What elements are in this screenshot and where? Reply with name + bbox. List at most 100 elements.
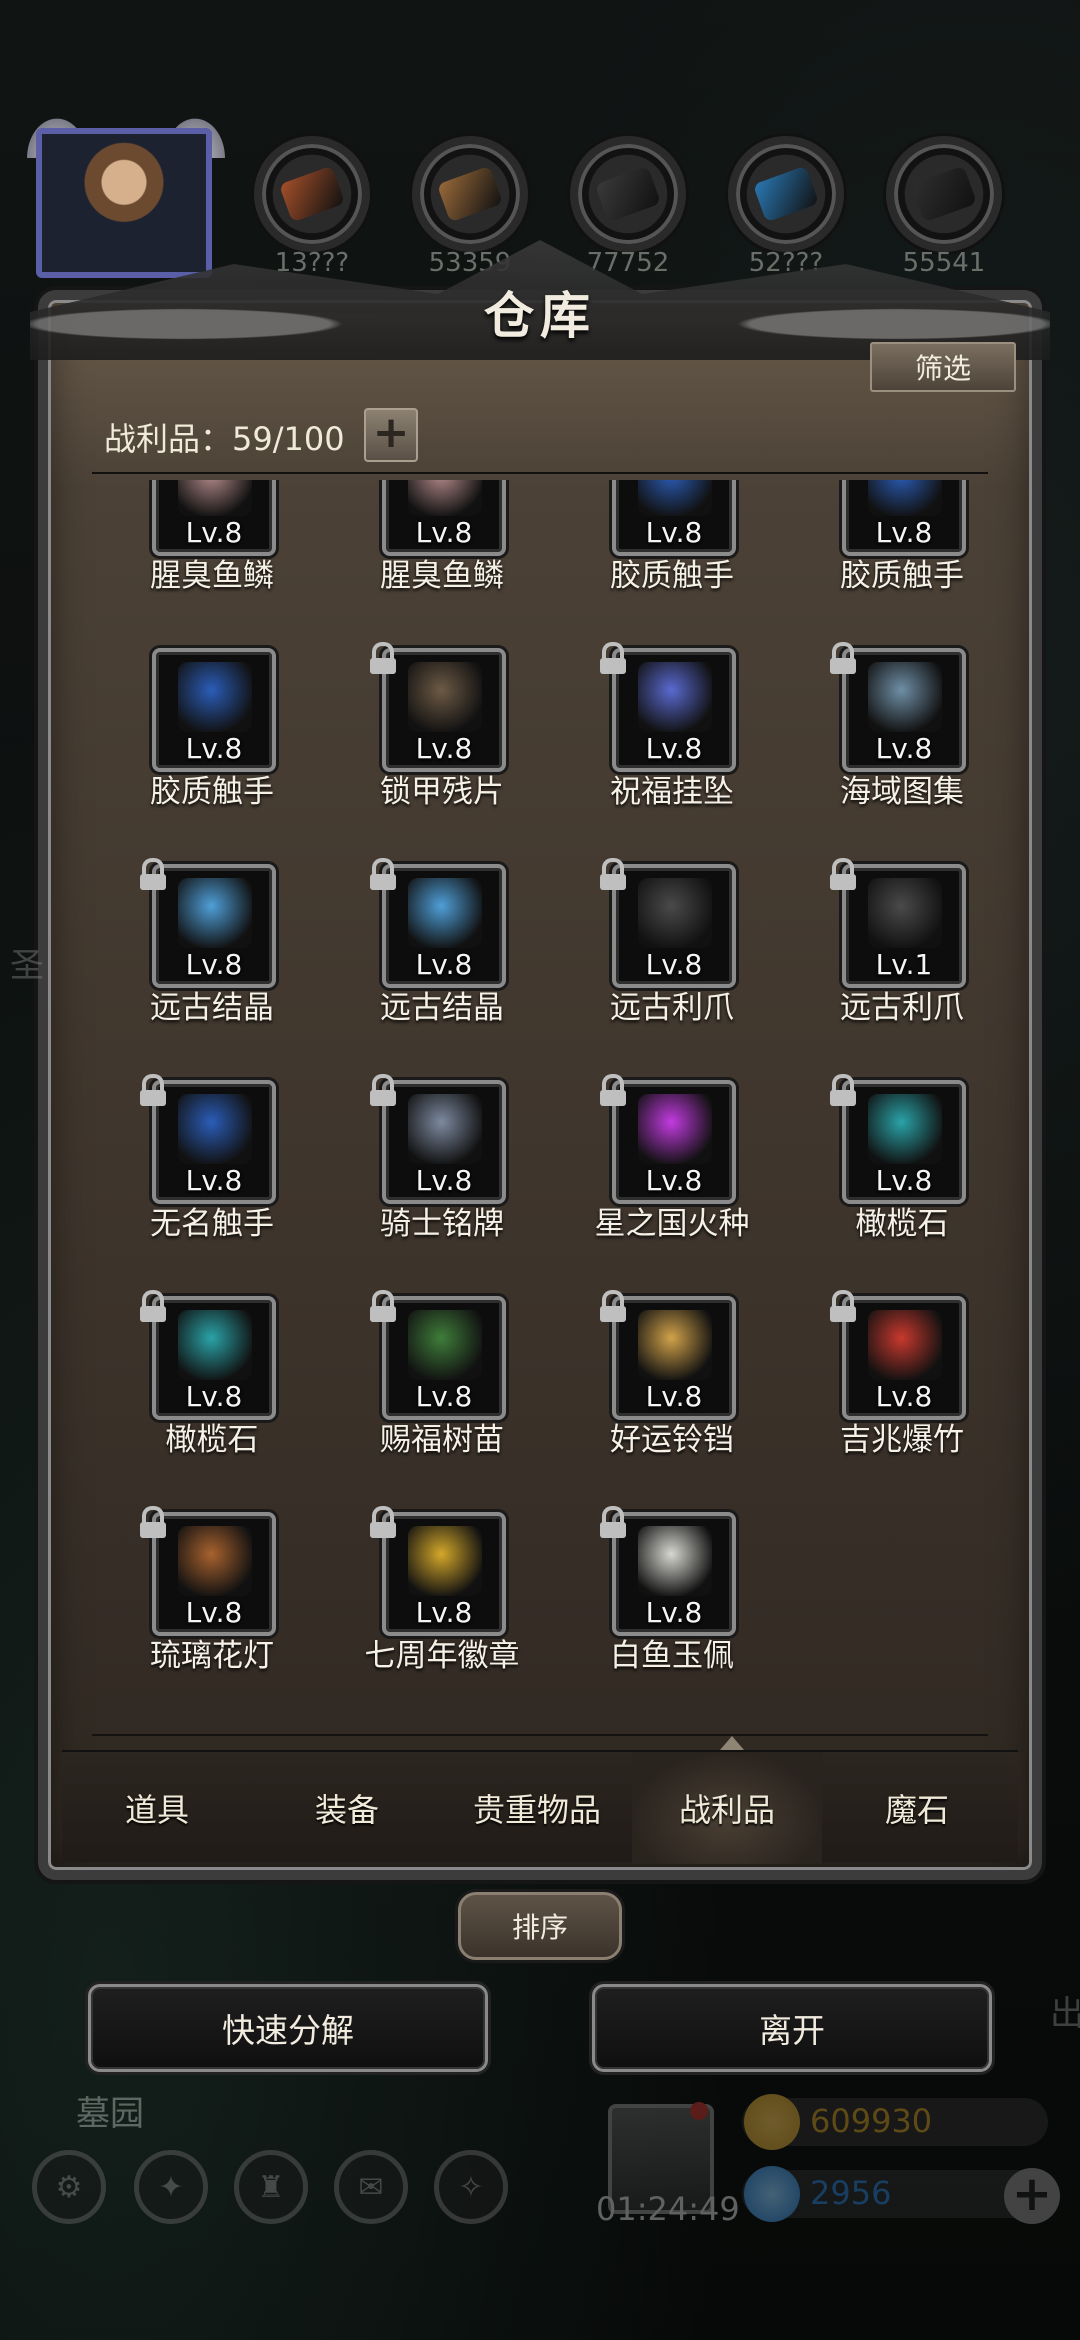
knight-badge-icon	[408, 1094, 482, 1164]
item-name: 祝福挂坠	[610, 774, 734, 810]
player-avatar[interactable]	[36, 128, 212, 278]
lock-icon	[830, 642, 856, 674]
gift-timer: 01:24:49	[596, 2190, 740, 2228]
lock-icon	[830, 1074, 856, 1106]
mail-icon[interactable]: ✉	[334, 2150, 408, 2224]
item-level: Lv.8	[185, 948, 243, 981]
inventory-item[interactable]: Lv.8 远古利爪	[552, 858, 792, 1044]
item-level: Lv.1	[875, 948, 933, 981]
inventory-item[interactable]: Lv.8 腥臭鱼鳞	[322, 480, 562, 612]
tentacle-icon	[868, 480, 942, 516]
item-level: Lv.8	[875, 1380, 933, 1413]
item-name: 胶质触手	[610, 558, 734, 594]
item-name: 七周年徽章	[364, 1638, 520, 1674]
resource-count: 55541	[902, 248, 986, 278]
star-kindling-icon	[638, 1094, 712, 1164]
tab-0[interactable]: 道具	[62, 1752, 252, 1864]
item-name: 橄榄石	[165, 1422, 259, 1458]
pendant-icon	[638, 662, 712, 732]
inventory-item[interactable]: Lv.1 远古利爪	[782, 858, 988, 1044]
emblem-icon[interactable]: ✦	[134, 2150, 208, 2224]
inventory-item[interactable]: Lv.8 骑士铭牌	[322, 1074, 562, 1260]
lock-icon	[600, 1506, 626, 1538]
item-level: Lv.8	[185, 1596, 243, 1629]
item-name: 腥臭鱼鳞	[380, 558, 504, 594]
side-text-right: 出	[1050, 1994, 1080, 2034]
tentacle-icon	[178, 1094, 252, 1164]
inventory-item[interactable]: Lv.8 橄榄石	[782, 1074, 988, 1260]
resource-slot[interactable]	[886, 136, 1002, 252]
inventory-item[interactable]: Lv.8 星之国火种	[552, 1074, 792, 1260]
inventory-item[interactable]: Lv.8 海域图集	[782, 642, 988, 828]
divider	[92, 1734, 988, 1736]
item-level: Lv.8	[415, 1380, 473, 1413]
jade-fish-pendant-icon	[638, 1526, 712, 1596]
item-level: Lv.8	[645, 1596, 703, 1629]
anniversary-badge-icon	[408, 1526, 482, 1596]
lock-icon	[370, 642, 396, 674]
tab-1[interactable]: 装备	[252, 1752, 442, 1864]
resource-slot[interactable]	[728, 136, 844, 252]
inventory-item[interactable]: Lv.8 胶质触手	[782, 480, 988, 612]
item-level: Lv.8	[415, 516, 473, 549]
item-name: 好运铃铛	[610, 1422, 734, 1458]
page-title: 仓库	[484, 286, 596, 345]
item-name: 锁甲残片	[380, 774, 504, 810]
quick-decompose-button[interactable]: 快速分解	[88, 1984, 488, 2072]
item-level: Lv.8	[415, 1596, 473, 1629]
inventory-item[interactable]: Lv.8 吉兆爆竹	[782, 1290, 988, 1476]
inventory-item[interactable]: Lv.8 祝福挂坠	[552, 642, 792, 828]
tab-3[interactable]: 战利品	[632, 1752, 822, 1864]
fish-scale-icon	[408, 480, 482, 516]
inventory-item[interactable]: Lv.8 远古结晶	[92, 858, 332, 1044]
iron-ingot-icon	[594, 165, 662, 223]
castle-icon[interactable]: ♜	[234, 2150, 308, 2224]
resource-slot[interactable]	[570, 136, 686, 252]
inventory-item[interactable]: Lv.8 赐福树苗	[322, 1290, 562, 1476]
resource-slot[interactable]	[254, 136, 370, 252]
expand-capacity-button[interactable]: +	[364, 408, 418, 462]
settings-gear-icon[interactable]: ⚙	[32, 2150, 106, 2224]
inventory-item[interactable]: Lv.8 胶质触手	[552, 480, 792, 612]
crystal-shard-icon	[752, 165, 820, 223]
inventory-item[interactable]: Lv.8 无名触手	[92, 1074, 332, 1260]
inventory-item[interactable]: Lv.8 橄榄石	[92, 1290, 332, 1476]
ancient-crystal-icon	[178, 878, 252, 948]
lock-icon	[140, 1506, 166, 1538]
item-level: Lv.8	[185, 516, 243, 549]
blessing-sapling-icon	[408, 1310, 482, 1380]
gem-amount: 2956	[810, 2174, 892, 2212]
item-name: 琉璃花灯	[150, 1638, 274, 1674]
notification-dot	[690, 2102, 708, 2120]
add-currency-button[interactable]: +	[1004, 2168, 1060, 2224]
tab-4[interactable]: 魔石	[822, 1752, 1012, 1864]
leave-button[interactable]: 离开	[592, 1984, 992, 2072]
inventory-item[interactable]: Lv.8 好运铃铛	[552, 1290, 792, 1476]
lock-icon	[600, 1290, 626, 1322]
inventory-item[interactable]: Lv.8 琉璃花灯	[92, 1506, 332, 1692]
inventory-item[interactable]: Lv.8 胶质触手	[92, 648, 332, 828]
side-text-left: 圣	[10, 946, 44, 986]
sea-atlas-icon	[868, 662, 942, 732]
item-name: 远古利爪	[610, 990, 734, 1026]
filter-button[interactable]: 筛选	[870, 342, 1016, 392]
inventory-item[interactable]: Lv.8 腥臭鱼鳞	[92, 480, 332, 612]
inventory-item[interactable]: Lv.8 七周年徽章	[322, 1506, 562, 1692]
item-level: Lv.8	[185, 732, 243, 765]
compass-icon[interactable]: ✧	[434, 2150, 508, 2224]
black-ore-icon	[910, 165, 978, 223]
item-level: Lv.8	[415, 1164, 473, 1197]
inventory-item[interactable]: Lv.8 锁甲残片	[322, 642, 562, 828]
ancient-crystal-icon	[408, 878, 482, 948]
tab-2[interactable]: 贵重物品	[442, 1752, 632, 1864]
inventory-item[interactable]: Lv.8 白鱼玉佩	[552, 1506, 792, 1692]
item-level: Lv.8	[645, 1380, 703, 1413]
item-level: Lv.8	[875, 732, 933, 765]
item-level: Lv.8	[645, 1164, 703, 1197]
item-name: 无名触手	[150, 1206, 274, 1242]
resource-slot[interactable]	[412, 136, 528, 252]
item-level: Lv.8	[645, 516, 703, 549]
inventory-item[interactable]: Lv.8 远古结晶	[322, 858, 562, 1044]
sort-button[interactable]: 排序	[458, 1892, 622, 1960]
item-name: 海域图集	[840, 774, 964, 810]
